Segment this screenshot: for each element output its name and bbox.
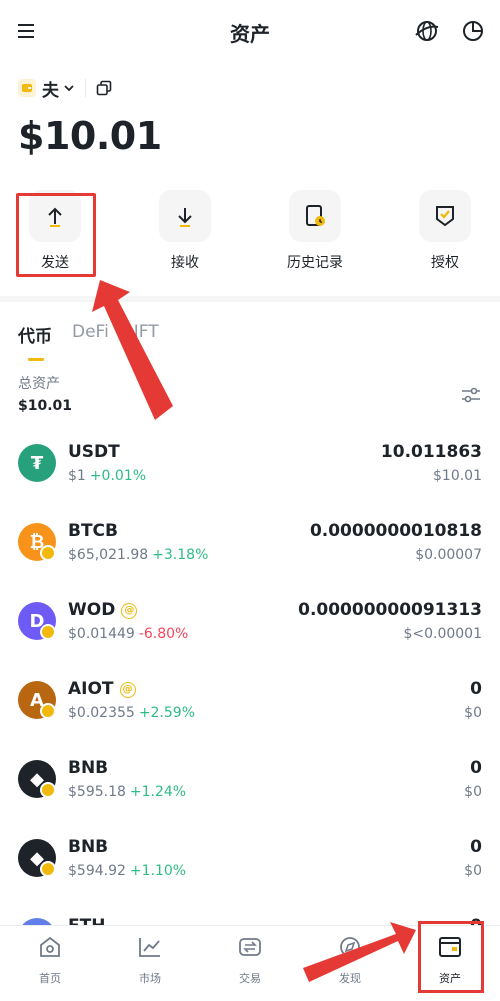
receive-button[interactable]: 接收 <box>140 190 230 272</box>
send-highlight-box <box>16 193 96 277</box>
nav-discover-label: 发现 <box>339 972 361 985</box>
nav-market-label: 市场 <box>139 972 161 985</box>
market-icon <box>139 938 160 957</box>
authorize-button[interactable]: 授权 <box>400 190 490 272</box>
tab-nft[interactable]: NFT <box>126 322 159 342</box>
total-assets-label: 总资产 <box>18 376 60 392</box>
tab-tokens[interactable]: 代币 <box>18 322 52 347</box>
token-symbol: WOD <box>68 600 116 620</box>
alpha-tag-icon: @ <box>121 603 138 619</box>
history-button[interactable]: 历史记录 <box>270 190 360 272</box>
token-price: $0.02355 <box>68 705 135 721</box>
chain-badge-icon <box>40 861 56 877</box>
arrow-down-icon <box>159 190 211 242</box>
receive-label: 接收 <box>171 255 199 271</box>
token-value: $0 <box>464 705 482 721</box>
history-label: 历史记录 <box>287 255 343 271</box>
token-value: $10.01 <box>433 468 482 484</box>
token-name: BNB <box>68 837 108 857</box>
token-value: $0 <box>464 863 482 879</box>
token-change: +2.59% <box>138 705 196 721</box>
chain-badge-icon <box>40 624 56 640</box>
chain-badge-icon <box>40 703 56 719</box>
token-change: +0.01% <box>89 468 147 484</box>
pie-chart-icon[interactable] <box>460 18 486 44</box>
top-bar: 资产 <box>0 0 500 64</box>
token-price: $1 <box>68 468 86 484</box>
token-logo-icon: ₮ <box>18 444 56 482</box>
token-price: $0.01449 <box>68 626 135 642</box>
token-row[interactable]: D WOD @ $0.01449 -6.80% 0.00000000091313 $<0.0… <box>0 590 500 669</box>
token-value: $<0.00001 <box>403 626 482 642</box>
token-price: $65,021.98 <box>68 547 149 563</box>
globe-icon[interactable] <box>414 18 440 44</box>
token-symbol: BTCB <box>68 521 118 541</box>
nav-home[interactable]: 首页 <box>10 934 90 986</box>
filter-icon[interactable] <box>460 384 482 406</box>
discover-icon <box>340 937 360 957</box>
token-name: WOD @ <box>68 600 138 620</box>
divider <box>85 79 86 97</box>
nav-market[interactable]: 市场 <box>110 934 190 986</box>
wallet-icon <box>18 79 36 97</box>
token-price-line: $594.92 +1.10% <box>68 863 186 879</box>
chain-badge-icon <box>40 545 56 561</box>
home-icon <box>40 936 60 957</box>
token-name: BNB <box>68 758 108 778</box>
token-price-line: $65,021.98 +3.18% <box>68 547 208 563</box>
total-assets-value: $10.01 <box>18 398 73 414</box>
token-price: $595.18 <box>68 784 126 800</box>
token-name: BTCB <box>68 521 118 541</box>
token-change: -6.80% <box>138 626 189 642</box>
token-change: +1.10% <box>129 863 187 879</box>
token-change: +1.24% <box>129 784 187 800</box>
tab-underline <box>28 358 44 361</box>
alpha-tag-icon: @ <box>119 682 136 698</box>
token-price-line: $595.18 +1.24% <box>68 784 186 800</box>
token-name: AIOT @ <box>68 679 136 699</box>
tab-defi[interactable]: DeFi <box>72 322 109 342</box>
section-divider <box>0 296 500 302</box>
nav-discover[interactable]: 发现 <box>310 934 390 986</box>
token-row[interactable]: ₮ USDT $1 +0.01% 10.011863 $10.01 <box>0 432 500 511</box>
token-symbol: USDT <box>68 442 120 462</box>
token-row[interactable]: ₿ BTCB $65,021.98 +3.18% 0.0000000010818 $0.0… <box>0 511 500 590</box>
token-symbol: AIOT <box>68 679 114 699</box>
token-amount: 10.011863 <box>380 442 482 462</box>
token-price-line: $1 +0.01% <box>68 468 146 484</box>
token-row[interactable]: A AIOT @ $0.02355 +2.59% 0 $0 <box>0 669 500 748</box>
authorize-label: 授权 <box>431 255 459 271</box>
wallet-name: 夫 <box>42 80 59 101</box>
token-change: +3.18% <box>152 547 209 563</box>
token-row[interactable]: ◆ BNB $595.18 +1.24% 0 $0 <box>0 748 500 827</box>
nav-home-label: 首页 <box>39 972 61 985</box>
token-symbol: BNB <box>68 758 109 778</box>
wallet-selector[interactable]: 夫 <box>18 76 112 101</box>
token-name: USDT <box>68 442 120 462</box>
token-amount: 0.00000000091313 <box>298 600 482 620</box>
history-icon <box>289 190 341 242</box>
token-amount: 0 <box>470 679 482 699</box>
token-value: $0 <box>464 784 482 800</box>
token-price-line: $0.01449 -6.80% <box>68 626 188 642</box>
authorize-icon <box>419 190 471 242</box>
copy-icon[interactable] <box>96 80 112 96</box>
nav-trade[interactable]: 交易 <box>210 934 290 986</box>
token-symbol: BNB <box>68 837 109 857</box>
nav-trade-label: 交易 <box>239 972 261 985</box>
token-list: ₮ USDT $1 +0.01% 10.011863 $10.01 ₿ BTCB $65,021… <box>0 432 500 985</box>
token-logo-mark: ₮ <box>30 452 44 474</box>
trade-icon <box>239 938 261 956</box>
chain-badge-icon <box>40 782 56 798</box>
token-amount: 0 <box>470 837 482 857</box>
token-amount: 0.0000000010818 <box>309 521 482 541</box>
token-value: $0.00007 <box>415 547 482 563</box>
token-price-line: $0.02355 +2.59% <box>68 705 195 721</box>
token-row[interactable]: ◆ BNB $594.92 +1.10% 0 $0 <box>0 827 500 906</box>
token-price: $594.92 <box>68 863 126 879</box>
chevron-down-icon <box>64 85 74 92</box>
token-amount: 0 <box>470 758 482 778</box>
assets-highlight-box <box>418 921 484 993</box>
total-balance: $10.01 <box>18 114 162 158</box>
